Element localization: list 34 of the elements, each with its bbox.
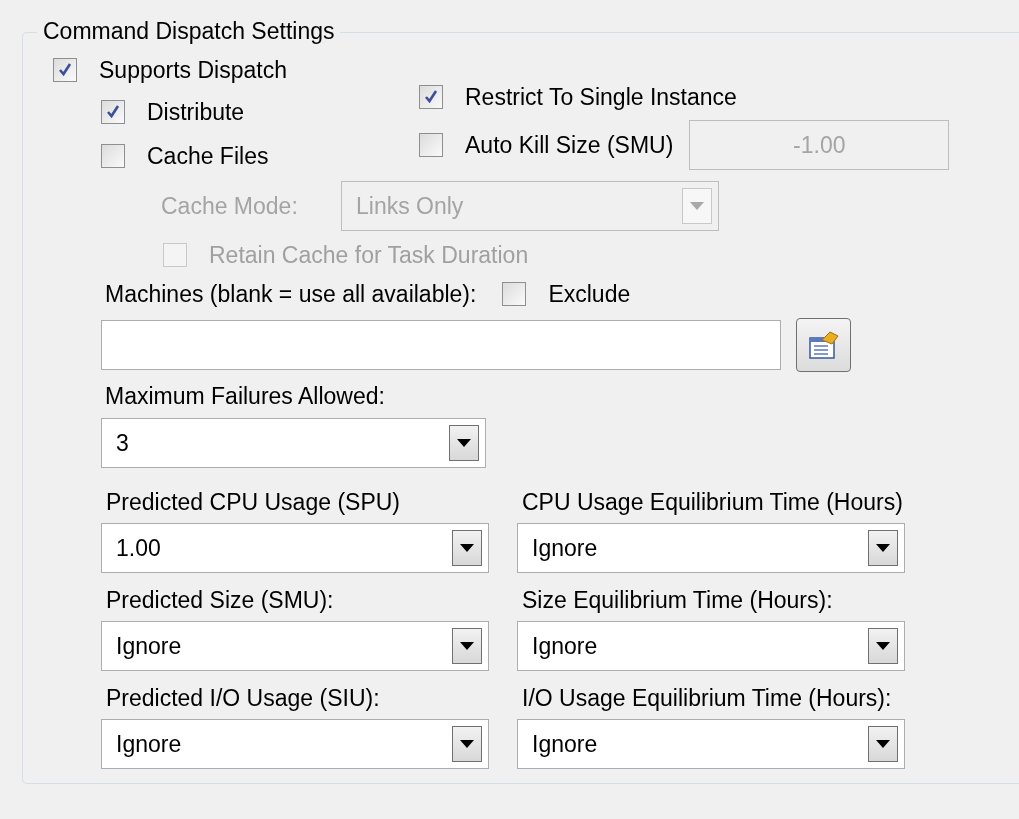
prediction-label: Size Equilibrium Time (Hours): (521, 585, 834, 615)
checkbox-label: Restrict To Single Instance (465, 82, 737, 112)
checkbox-label: Exclude (548, 279, 631, 309)
checkbox-label: Cache Files (147, 141, 269, 171)
checkbox-label: Retain Cache for Task Duration (209, 240, 529, 270)
machines-label: Machines (blank = use all available): (105, 279, 477, 309)
list-window-icon (807, 330, 840, 360)
prediction-label: Predicted I/O Usage (SIU): (105, 683, 381, 713)
checkmark-icon (57, 62, 73, 78)
dropdown[interactable]: Ignore (101, 719, 489, 769)
checkmark-icon (105, 104, 121, 120)
checkbox-label: Supports Dispatch (99, 55, 287, 85)
checkbox[interactable] (502, 282, 527, 306)
dropdown[interactable]: Ignore (517, 523, 905, 573)
dropdown[interactable]: Ignore (517, 719, 905, 769)
prediction-label: CPU Usage Equilibrium Time (Hours) (521, 487, 904, 517)
machine-picker-button[interactable] (796, 318, 851, 372)
prediction-label: I/O Usage Equilibrium Time (Hours): (521, 683, 893, 713)
checkbox-label: Distribute (147, 97, 245, 127)
prediction-label: Predicted CPU Usage (SPU) (105, 487, 401, 517)
machines-field[interactable] (101, 320, 781, 370)
cache-mode-label: Cache Mode: (161, 191, 299, 221)
dropdown[interactable]: 3 (101, 418, 486, 468)
dropdown[interactable]: Ignore (517, 621, 905, 671)
checkbox[interactable] (53, 58, 77, 82)
max-failures-label: Maximum Failures Allowed: (105, 381, 385, 411)
prediction-label: Predicted Size (SMU): (105, 585, 335, 615)
checkmark-icon (423, 89, 439, 105)
dropdown[interactable]: Ignore (101, 621, 489, 671)
checkbox[interactable] (419, 85, 443, 109)
checkbox-label: Auto Kill Size (SMU) (465, 130, 674, 160)
checkbox[interactable] (101, 100, 125, 124)
dropdown[interactable]: 1.00 (101, 523, 489, 573)
checkbox[interactable] (101, 144, 125, 168)
